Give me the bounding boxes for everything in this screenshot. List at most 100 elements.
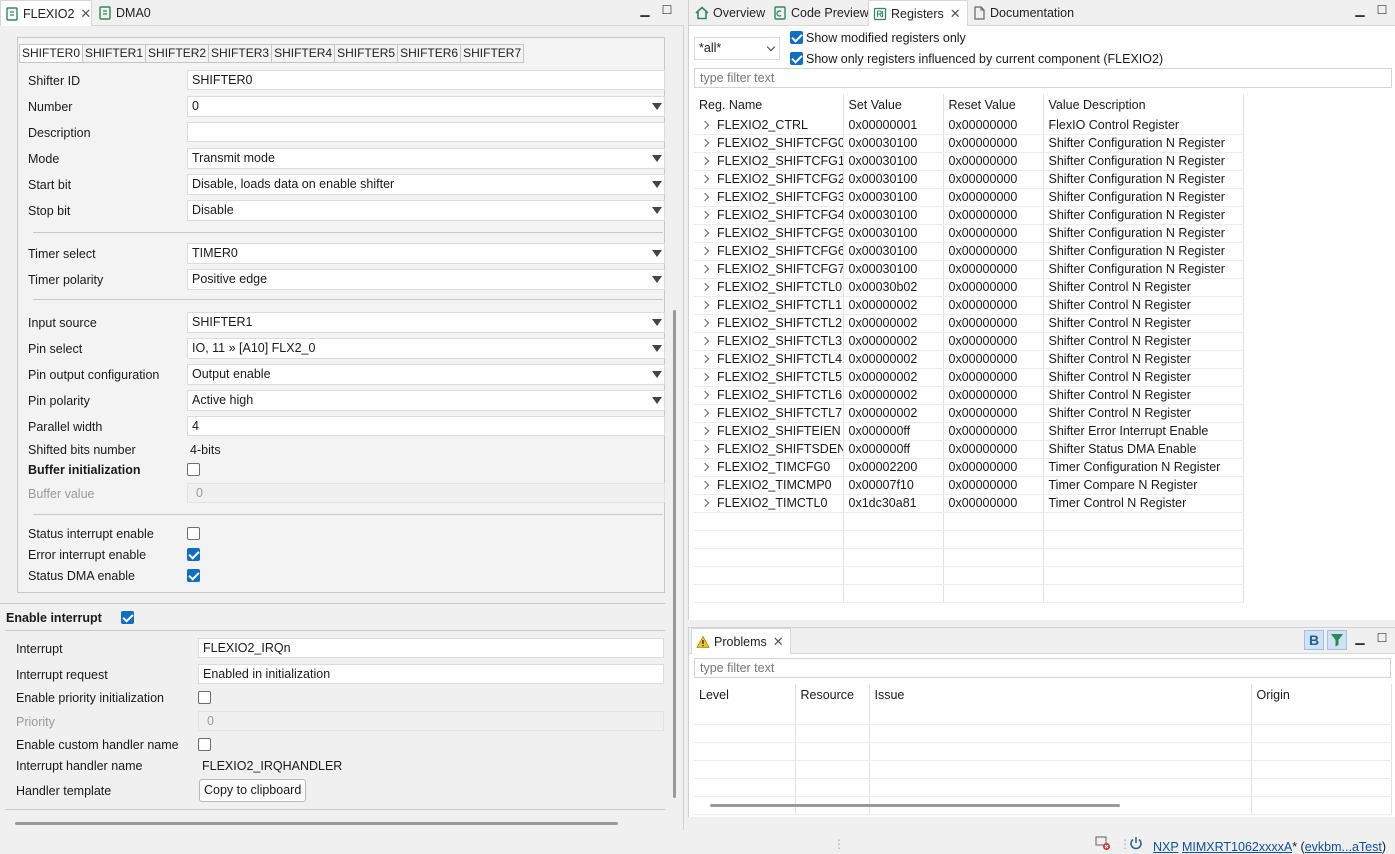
column-reset-value[interactable]: Reset Value (943, 94, 1044, 116)
column-set-value[interactable]: Set Value (843, 94, 944, 116)
show-influenced-checkbox[interactable] (790, 52, 803, 65)
tab-shifter6[interactable]: SHIFTER6 (398, 44, 462, 63)
close-icon[interactable]: ✕ (773, 634, 784, 650)
start-bit-select[interactable]: Disable, loads data on enable shifter (187, 174, 665, 195)
buffer-init-checkbox[interactable] (187, 463, 200, 476)
interrupt-field[interactable]: FLEXIO2_IRQn (198, 638, 664, 658)
device-link[interactable]: MIMXRT1062xxxxA (1182, 840, 1292, 854)
tab-shifter3[interactable]: SHIFTER3 (209, 44, 273, 63)
priority-init-checkbox[interactable] (198, 691, 211, 704)
table-row[interactable]: FLEXIO2_SHIFTCFG2 0x00030100 0x00000000 Shi… (694, 170, 1244, 189)
expand-chevron-icon[interactable] (700, 444, 710, 454)
table-row[interactable]: FLEXIO2_SHIFTCFG1 0x00030100 0x00000000 Shi… (694, 152, 1244, 171)
enable-interrupt-checkbox[interactable] (121, 611, 134, 624)
tab-code-preview[interactable]: Code Preview (769, 0, 875, 26)
error-interrupt-checkbox[interactable] (187, 548, 200, 561)
table-row[interactable]: FLEXIO2_SHIFTCFG4 0x00030100 0x00000000 Shi… (694, 206, 1244, 225)
mode-select[interactable]: Transmit mode (187, 148, 665, 169)
problems-status-icon[interactable] (1095, 835, 1111, 854)
horizontal-scrollbar[interactable] (710, 804, 1120, 807)
timer-polarity-select[interactable]: Positive edge (187, 269, 665, 290)
filter-icon[interactable] (1327, 630, 1347, 650)
tab-documentation[interactable]: Documentation (968, 0, 1080, 26)
table-row[interactable]: FLEXIO2_SHIFTCTL0 0x00030b02 0x00000000 Shi… (694, 278, 1244, 297)
expand-chevron-icon[interactable] (700, 390, 710, 400)
pin-polarity-select[interactable]: Active high (187, 390, 665, 411)
expand-chevron-icon[interactable] (700, 318, 710, 328)
horizontal-scrollbar[interactable] (15, 822, 618, 825)
table-row[interactable]: FLEXIO2_SHIFTCTL2 0x00000002 0x00000000 Shi… (694, 314, 1244, 333)
minimize-icon[interactable]: ▁ (1353, 632, 1367, 646)
expand-chevron-icon[interactable] (700, 408, 710, 418)
parallel-width-field[interactable]: 4 (187, 416, 665, 436)
expand-chevron-icon[interactable] (700, 498, 710, 508)
column-issue[interactable]: Issue (869, 684, 1252, 706)
tab-shifter4[interactable]: SHIFTER4 (272, 44, 336, 63)
tab-overview[interactable]: Overview (691, 0, 771, 26)
table-row[interactable]: FLEXIO2_SHIFTCTL4 0x00000002 0x00000000 Shi… (694, 350, 1244, 369)
column-reg-name[interactable]: Reg. Name (694, 94, 844, 116)
table-row[interactable]: FLEXIO2_TIMCMP0 0x00007f10 0x00000000 Timer… (694, 476, 1244, 495)
table-row[interactable]: FLEXIO2_SHIFTSDEN 0x000000ff 0x00000000 Shi… (694, 440, 1244, 459)
register-filter-select[interactable]: *all* (694, 37, 780, 60)
tab-dma0[interactable]: DMA0 (94, 0, 164, 26)
expand-chevron-icon[interactable] (700, 228, 710, 238)
copy-to-clipboard-button[interactable]: Copy to clipboard (199, 779, 307, 802)
table-row[interactable]: FLEXIO2_SHIFTCFG7 0x00030100 0x00000000 Shi… (694, 260, 1244, 279)
expand-chevron-icon[interactable] (700, 246, 710, 256)
tab-registers[interactable]: Registers ✕ (868, 0, 968, 26)
expand-chevron-icon[interactable] (700, 300, 710, 310)
expand-chevron-icon[interactable] (700, 120, 710, 129)
shifter-id-field[interactable]: SHIFTER0 (187, 70, 665, 90)
expand-chevron-icon[interactable] (700, 480, 710, 490)
expand-chevron-icon[interactable] (700, 192, 710, 202)
table-row[interactable]: FLEXIO2_SHIFTCFG0 0x00030100 0x00000000 Shi… (694, 134, 1244, 153)
tab-shifter0[interactable]: SHIFTER0 (19, 44, 84, 63)
status-interrupt-checkbox[interactable] (187, 527, 200, 540)
number-select[interactable]: 0 (187, 96, 665, 117)
show-modified-checkbox[interactable] (790, 31, 803, 44)
maximize-icon[interactable]: ☐ (1375, 4, 1389, 18)
vertical-scrollbar[interactable] (673, 310, 676, 798)
expand-chevron-icon[interactable] (700, 354, 710, 364)
table-row[interactable]: FLEXIO2_SHIFTCTL1 0x00000002 0x00000000 Shi… (694, 296, 1244, 315)
table-row[interactable]: FLEXIO2_SHIFTCTL6 0x00000002 0x00000000 Shi… (694, 386, 1244, 405)
expand-chevron-icon[interactable] (700, 282, 710, 292)
tab-shifter1[interactable]: SHIFTER1 (83, 44, 147, 63)
register-search-input[interactable]: type filter text (694, 68, 1392, 88)
problems-search-input[interactable]: type filter text (694, 658, 1391, 678)
input-source-select[interactable]: SHIFTER1 (187, 312, 665, 333)
bold-toggle-icon[interactable]: B (1304, 630, 1324, 650)
expand-chevron-icon[interactable] (700, 210, 710, 220)
minimize-icon[interactable]: ▁ (1353, 4, 1367, 18)
table-row[interactable]: FLEXIO2_SHIFTCFG6 0x00030100 0x00000000 Shi… (694, 242, 1244, 261)
vendor-link[interactable]: NXP (1153, 840, 1178, 854)
table-row[interactable]: FLEXIO2_TIMCFG0 0x00002200 0x00000000 Timer… (694, 458, 1244, 477)
tab-problems[interactable]: Problems ✕ (691, 628, 791, 654)
close-icon[interactable]: ✕ (80, 6, 91, 22)
table-row[interactable]: FLEXIO2_CTRL 0x00000001 0x00000000 FlexIO C… (694, 116, 1244, 135)
table-row[interactable]: FLEXIO2_SHIFTCTL3 0x00000002 0x00000000 Shi… (694, 332, 1244, 351)
expand-chevron-icon[interactable] (700, 426, 710, 436)
interrupt-request-field[interactable]: Enabled in initialization (198, 664, 664, 684)
timer-select[interactable]: TIMER0 (187, 243, 665, 264)
table-row[interactable]: FLEXIO2_SHIFTCTL5 0x00000002 0x00000000 Shi… (694, 368, 1244, 387)
stop-bit-select[interactable]: Disable (187, 200, 665, 221)
expand-chevron-icon[interactable] (700, 138, 710, 148)
table-row[interactable]: FLEXIO2_SHIFTCTL7 0x00000002 0x00000000 Shi… (694, 404, 1244, 423)
maximize-icon[interactable]: ☐ (660, 4, 674, 18)
table-row[interactable]: FLEXIO2_SHIFTCFG5 0x00030100 0x00000000 Shi… (694, 224, 1244, 243)
column-origin[interactable]: Origin (1251, 684, 1392, 706)
pin-output-select[interactable]: Output enable (187, 364, 665, 385)
expand-chevron-icon[interactable] (700, 174, 710, 184)
column-resource[interactable]: Resource (795, 684, 870, 706)
project-link[interactable]: evkbm...aTest (1305, 840, 1382, 854)
expand-chevron-icon[interactable] (700, 372, 710, 382)
close-icon[interactable]: ✕ (950, 6, 961, 22)
column-value-description[interactable]: Value Description (1043, 94, 1244, 116)
expand-chevron-icon[interactable] (700, 336, 710, 346)
description-field[interactable] (187, 122, 665, 142)
tab-shifter7[interactable]: SHIFTER7 (461, 44, 525, 63)
table-row[interactable]: FLEXIO2_TIMCTL0 0x1dc30a81 0x00000000 Timer… (694, 494, 1244, 513)
status-dma-checkbox[interactable] (187, 569, 200, 582)
